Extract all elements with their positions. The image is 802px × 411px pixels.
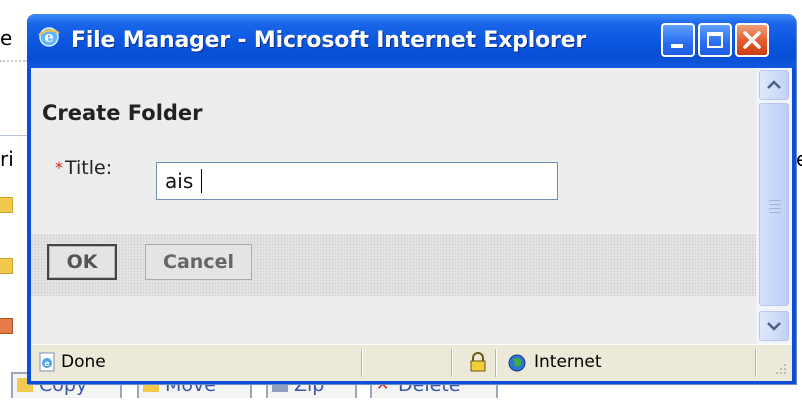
- title-bar[interactable]: e File Manager - Microsoft Internet Expl…: [27, 14, 796, 68]
- internet-explorer-icon: e: [38, 27, 60, 47]
- ok-button[interactable]: OK: [47, 244, 117, 280]
- folder-icon[interactable]: [0, 197, 13, 213]
- file-icon[interactable]: [0, 318, 13, 334]
- window-title: File Manager - Microsoft Internet Explor…: [71, 28, 587, 53]
- thumb-grip: [769, 208, 781, 209]
- bg-dotted-divider: [0, 60, 28, 62]
- lock-icon: [470, 352, 486, 372]
- bg-text-fragment: ri: [0, 147, 14, 171]
- bg-text-fragment: e: [0, 26, 13, 50]
- scrollbar-thumb[interactable]: [759, 103, 789, 306]
- popup-window: e File Manager - Microsoft Internet Expl…: [27, 14, 796, 384]
- status-divider: [361, 349, 362, 377]
- bg-divider: [0, 135, 28, 136]
- close-button[interactable]: [735, 23, 769, 57]
- close-icon: [743, 31, 761, 49]
- folder-icon[interactable]: [0, 258, 13, 274]
- status-divider: [495, 349, 496, 377]
- scroll-up-button[interactable]: [759, 70, 789, 100]
- required-marker: *: [55, 158, 63, 177]
- status-text: Done: [61, 352, 106, 372]
- maximize-button[interactable]: [698, 23, 732, 57]
- scroll-down-button[interactable]: [759, 311, 789, 341]
- thumb-grip: [769, 200, 781, 201]
- text-cursor: [201, 169, 202, 193]
- thumb-grip: [769, 212, 781, 213]
- page-icon: e: [39, 352, 55, 372]
- create-folder-form: Create Folder * Title: OK Cancel: [31, 68, 756, 344]
- security-zone-text: Internet: [534, 352, 602, 372]
- maximize-icon: [707, 32, 723, 48]
- minimize-button[interactable]: [661, 23, 695, 57]
- minimize-icon: [671, 44, 683, 48]
- title-input[interactable]: [156, 162, 558, 200]
- vertical-scrollbar[interactable]: [756, 68, 792, 344]
- status-divider: [451, 349, 452, 377]
- globe-icon: [508, 354, 526, 372]
- thumb-grip: [769, 204, 781, 205]
- status-bar: e Done Internet: [31, 344, 792, 381]
- chevron-down-icon: [767, 322, 781, 331]
- button-bar: [31, 234, 756, 296]
- resize-grip-icon[interactable]: [771, 361, 789, 379]
- page-title: Create Folder: [42, 101, 203, 125]
- cancel-button[interactable]: Cancel: [145, 244, 252, 280]
- dialog-body: Create Folder * Title: OK Cancel: [31, 68, 792, 344]
- title-label: Title:: [65, 157, 113, 179]
- chevron-up-icon: [767, 80, 781, 89]
- svg-text:e: e: [44, 359, 50, 368]
- status-divider: [755, 349, 756, 377]
- bg-text-fragment: e: [796, 147, 802, 171]
